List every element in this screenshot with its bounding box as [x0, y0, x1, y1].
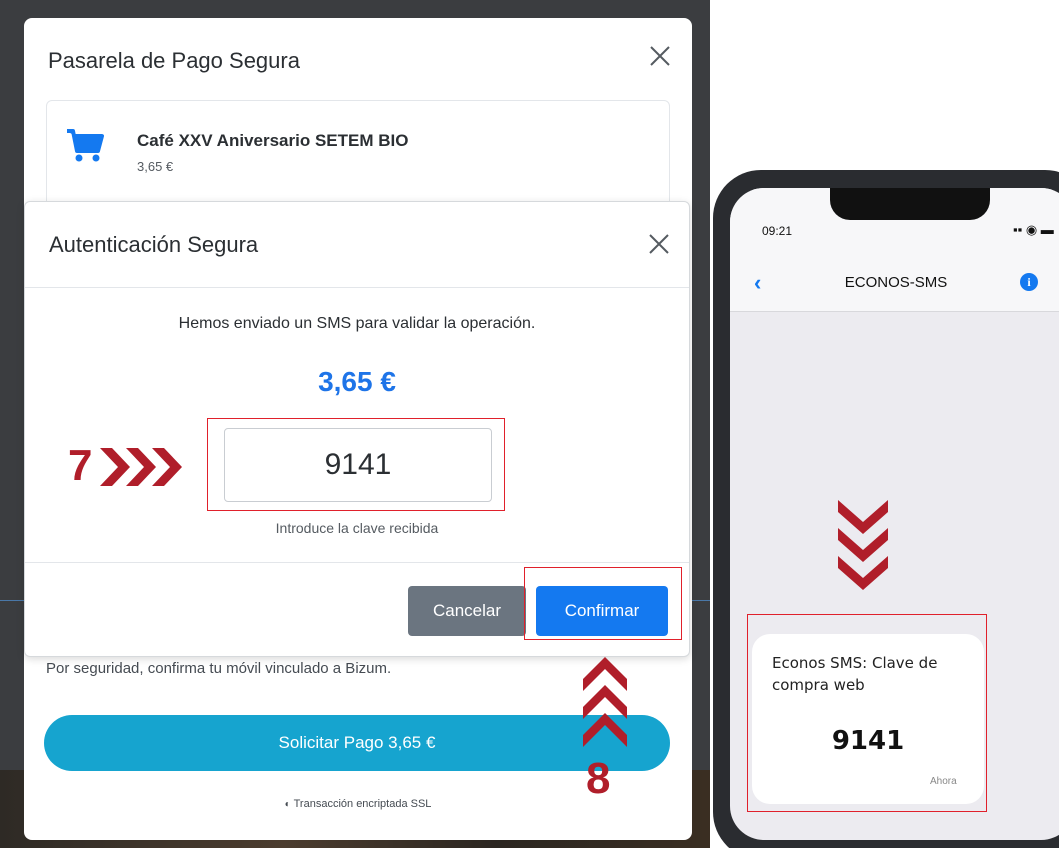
chevrons-down-icon [838, 500, 888, 590]
auth-message: Hemos enviado un SMS para validar la ope… [178, 315, 536, 332]
step-number-8: 8 [586, 754, 611, 803]
divider [25, 287, 689, 288]
screenshot-canvas: Pasarela de Pago Segura Café XXV Anivers… [0, 0, 1059, 848]
ssl-note-text: Transacción encriptada SSL [293, 798, 432, 810]
cancel-button[interactable]: Cancelar [408, 586, 526, 636]
sms-highlight-box [747, 614, 987, 812]
phone-header: 09:21 ▪▪ ◉ ▬ ‹ ECONOS-SMS i [730, 188, 1059, 312]
info-icon[interactable]: i [1020, 273, 1038, 291]
auth-amount: 3,65 € [318, 366, 396, 397]
chevrons-up-icon [583, 657, 627, 747]
bizum-note: Por seguridad, confirma tu móvil vincula… [46, 660, 392, 677]
sms-contact-name: ECONOS-SMS [844, 274, 948, 291]
product-price: 3,65 € [137, 159, 174, 174]
divider [25, 562, 689, 563]
step-number-7: 7 [68, 441, 93, 490]
close-icon[interactable] [646, 42, 674, 70]
product-name: Café XXV Aniversario SETEM BIO [137, 131, 409, 150]
phone-notch [830, 188, 990, 220]
close-icon[interactable] [645, 230, 673, 258]
code-highlight-box [207, 418, 505, 511]
request-payment-button[interactable]: Solicitar Pago 3,65 € [44, 715, 670, 771]
phone-time: 09:21 [762, 224, 793, 238]
shopping-cart-icon [67, 129, 104, 162]
confirm-highlight-box [524, 567, 682, 640]
auth-modal-title: Autenticación Segura [49, 232, 259, 257]
signal-wifi-battery-icon: ▪▪ ◉ ▬ [1013, 222, 1054, 237]
code-hint: Introduce la clave recibida [275, 520, 439, 536]
payment-modal-title: Pasarela de Pago Segura [48, 48, 300, 73]
chevrons-right-icon [100, 448, 182, 486]
shield-icon: ◐ [284, 799, 291, 810]
